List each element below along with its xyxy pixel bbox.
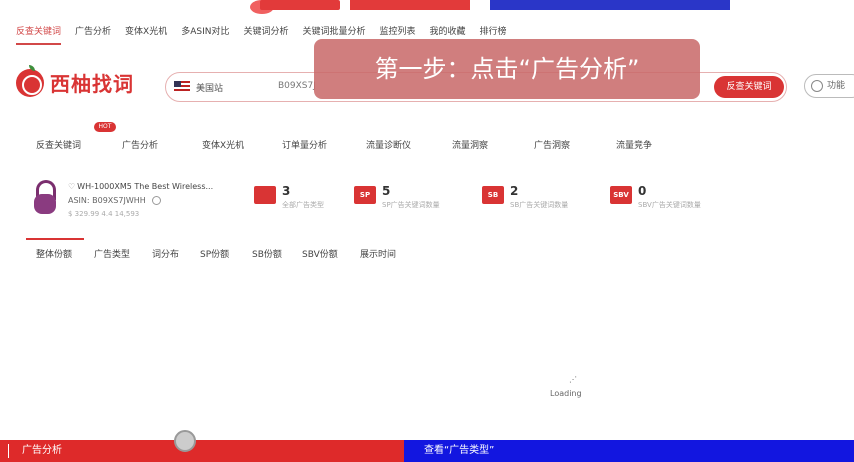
nav-traffic-competition[interactable]: 流量竞争 <box>616 138 652 151</box>
sbv-icon: SBV <box>610 186 632 204</box>
stat-label: 全部广告类型 <box>282 201 324 209</box>
subtab-sp-share[interactable]: SP份额 <box>200 247 229 260</box>
tab-ad-analysis[interactable]: 广告分析 <box>75 24 111 45</box>
country-select[interactable]: 美国站 <box>196 81 223 94</box>
us-flag-icon <box>174 81 190 93</box>
banner-segment-red-2 <box>350 0 470 10</box>
footer-left-label: 广告分析 <box>0 440 404 462</box>
subtab-sb-share[interactable]: SB份额 <box>252 247 282 260</box>
nav-traffic-insight[interactable]: 流量洞察 <box>452 138 488 151</box>
search-input[interactable]: B09XS7J <box>278 81 316 91</box>
banner-segment-blue <box>490 0 730 10</box>
nav-traffic-diagnosis[interactable]: 流量诊断仪 <box>366 138 411 151</box>
footer-avatar-icon <box>174 430 196 452</box>
subtab-word-distribution[interactable]: 词分布 <box>152 247 179 260</box>
active-subtab-indicator <box>26 238 84 240</box>
product-card: ♡ WH-1000XM5 The Best Wireless... ASIN: B… <box>34 180 213 218</box>
banner-segment-red-1 <box>260 0 340 10</box>
copy-icon[interactable] <box>151 196 161 205</box>
footer-right-label: 查看“广告类型” <box>404 440 854 462</box>
loading-text: Loading <box>550 389 582 398</box>
sp-icon: SP <box>354 186 376 204</box>
stat-number: 2 <box>510 184 519 198</box>
nav-order-analysis[interactable]: 订单量分析 <box>282 138 327 151</box>
product-title[interactable]: ♡ WH-1000XM5 The Best Wireless... <box>68 182 213 191</box>
stat-label: SB广告关键词数量 <box>510 201 569 209</box>
nav-reverse-keyword[interactable]: 反查关键词 <box>36 138 81 151</box>
subtab-ad-type[interactable]: 广告类型 <box>94 247 130 260</box>
tab-keyword-analysis[interactable]: 关键词分析 <box>243 24 288 45</box>
sb-icon: SB <box>482 186 504 204</box>
product-price: $ 329.99 4.4 14,593 <box>68 210 140 218</box>
tab-variant-xray[interactable]: 变体X光机 <box>125 24 167 45</box>
favorite-heart-icon[interactable]: ♡ <box>68 182 75 191</box>
grapefruit-logo-icon <box>16 64 44 97</box>
aux-function-button[interactable]: 功能 <box>804 74 854 98</box>
nav-ad-insight[interactable]: 广告洞察 <box>534 138 570 151</box>
step-tooltip: 第一步：点击“广告分析” <box>314 39 700 99</box>
tab-reverse-keyword[interactable]: 反查关键词 <box>16 24 62 45</box>
stat-number: 5 <box>382 184 391 198</box>
logo-text: 西柚找词 <box>50 72 134 96</box>
stat-label: SP广告关键词数量 <box>382 201 440 209</box>
footer-bar: 广告分析 查看“广告类型” <box>0 430 854 462</box>
aux-label: 功能 <box>827 81 846 91</box>
product-asin: ASIN: B09XS7JWHH <box>68 196 161 205</box>
subtab-overall-share[interactable]: 整体份额 <box>36 247 72 260</box>
loading-spinner-icon: ⋰ <box>569 375 577 384</box>
subtab-sbv-share[interactable]: SBV份额 <box>302 247 338 260</box>
stat-number: 0 <box>638 184 647 198</box>
hot-badge: HOT <box>94 122 116 132</box>
logo[interactable]: 西柚找词 <box>16 64 134 97</box>
nav-variant-xray[interactable]: 变体X光机 <box>202 138 244 151</box>
stat-label: SBV广告关键词数量 <box>638 201 701 209</box>
function-icon <box>811 80 823 92</box>
headphone-product-image <box>34 180 58 214</box>
nav-ad-analysis[interactable]: 广告分析 <box>122 138 158 151</box>
sub-tabs: 整体份额 广告类型 词分布 SP份额 SB份额 SBV份额 展示时间 <box>26 238 446 268</box>
gift-icon <box>254 186 276 204</box>
tab-multi-asin[interactable]: 多ASIN对比 <box>181 24 229 45</box>
top-banner <box>250 0 750 14</box>
stat-number: 3 <box>282 184 291 198</box>
search-button[interactable]: 反查关键词 <box>714 76 784 98</box>
subtab-display-time[interactable]: 展示时间 <box>360 247 396 260</box>
